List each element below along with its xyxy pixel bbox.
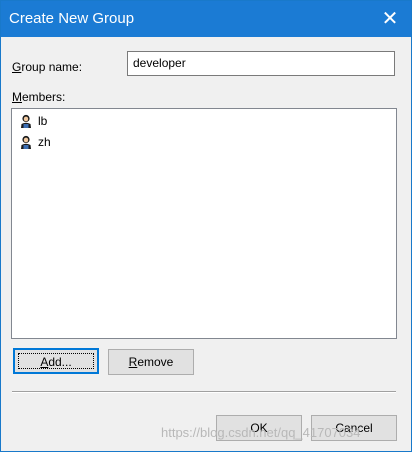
member-item-zh[interactable]: zh [20, 133, 57, 151]
user-icon [21, 135, 31, 149]
focus-rect: Add... [18, 353, 94, 369]
title-bar[interactable]: Create New Group ✕ [1, 1, 411, 37]
add-button[interactable]: Add... [13, 348, 99, 374]
group-name-input[interactable]: developer [127, 51, 395, 76]
members-list[interactable]: lb zh [11, 108, 397, 339]
dialog-window: Create New Group ✕ Group name: developer… [0, 0, 412, 452]
separator [12, 391, 396, 393]
member-label: lb [38, 114, 48, 128]
remove-button[interactable]: Remove [108, 349, 194, 375]
members-label: Members: [12, 90, 66, 104]
member-item-lb[interactable]: lb [20, 112, 53, 130]
user-icon [21, 114, 31, 128]
dialog-title: Create New Group [9, 10, 135, 27]
watermark: https://blog.csdn.net/qq_41707034 [161, 425, 361, 440]
close-icon[interactable]: ✕ [375, 5, 405, 33]
member-label: zh [38, 135, 51, 149]
group-name-label: Group name: [12, 60, 83, 74]
